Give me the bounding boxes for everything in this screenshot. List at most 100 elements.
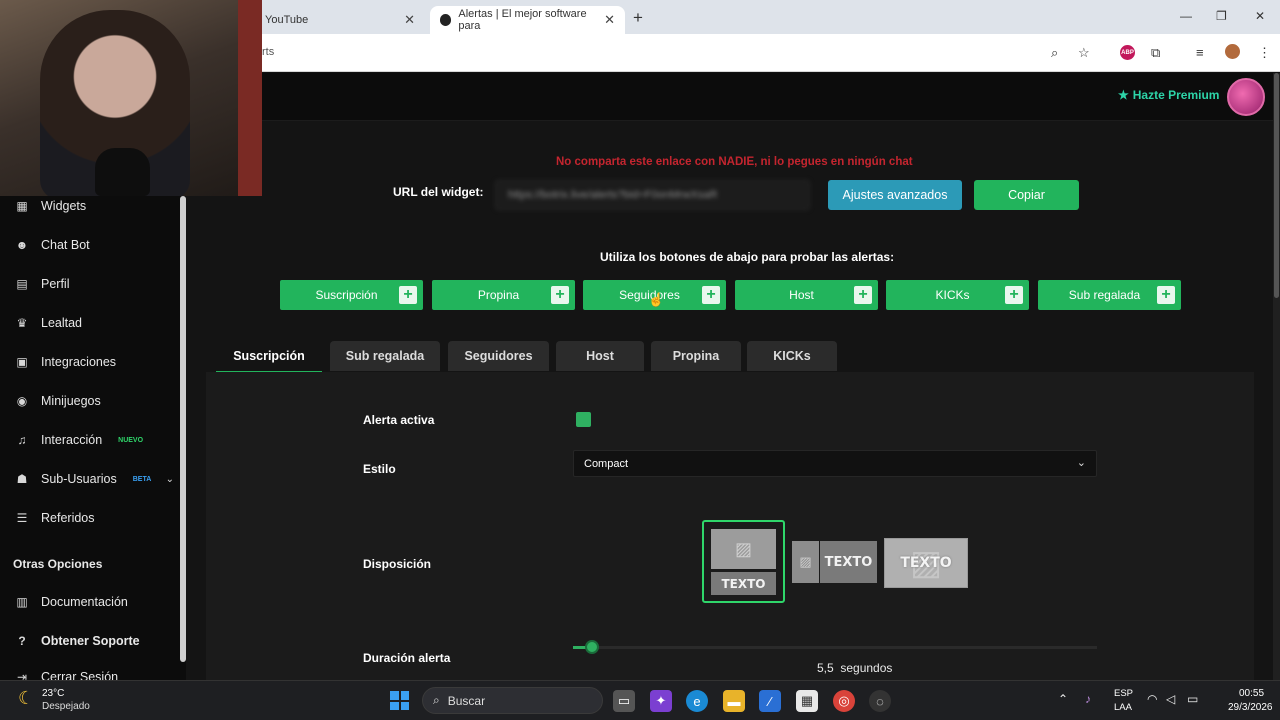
extensions-icon[interactable]: ⧉ [1151, 45, 1160, 61]
tab-kicks[interactable]: KICKs [747, 341, 837, 371]
duration-slider-handle[interactable] [585, 640, 599, 654]
battery-icon[interactable]: ▭ [1187, 692, 1198, 706]
copy-button[interactable]: Copiar [974, 180, 1079, 210]
close-tab-icon[interactable]: ✕ [404, 12, 415, 28]
sidebar-item-lealtad[interactable]: ♛ Lealtad [14, 313, 174, 333]
bookmark-star-icon[interactable]: ☆ [1078, 45, 1090, 61]
adblock-extension-icon[interactable]: ABP [1120, 45, 1135, 60]
widget-url-input[interactable]: https://botrix.live/alerts?bid=F0onMrwXs… [495, 180, 810, 210]
url-text[interactable]: rts [262, 46, 274, 58]
tray-chevron-icon[interactable]: ⌃ [1058, 692, 1068, 706]
alert-active-checkbox[interactable] [576, 412, 591, 427]
chrome-icon[interactable]: ◎ [833, 690, 855, 712]
browser-menu-icon[interactable]: ⋮ [1258, 45, 1271, 61]
sidebar-item-interaccion[interactable]: ♫ Interacción NUEVO [14, 430, 174, 450]
sidebar-item-soporte[interactable]: ? Obtener Soporte [14, 631, 174, 651]
test-kicks-button[interactable]: KICKs + [886, 280, 1029, 310]
sidebar-item-integraciones[interactable]: ▣ Integraciones [14, 352, 174, 372]
weather-temperature[interactable]: 23°C [42, 688, 64, 699]
user-avatar[interactable] [1227, 78, 1265, 116]
music-icon: ♫ [17, 433, 27, 447]
layout-option-text: TEXTO [900, 555, 952, 571]
test-propina-button[interactable]: Propina + [432, 280, 575, 310]
microphone-icon[interactable]: ♪ [1085, 692, 1091, 706]
volume-icon[interactable]: ◁ [1166, 692, 1175, 706]
site-favicon-icon [440, 14, 452, 26]
weather-description[interactable]: Despejado [42, 701, 90, 712]
clock-date[interactable]: 29/3/2026 [1228, 702, 1273, 713]
widget-url-label: URL del widget: [393, 185, 484, 199]
trophy-icon: ♛ [16, 316, 28, 330]
sidebar-item-cerrar-sesion[interactable]: ⇥ Cerrar Sesión [14, 670, 174, 680]
plus-icon: + [1005, 286, 1023, 304]
sidebar-item-minijuegos[interactable]: ◉ Minijuegos [14, 391, 174, 411]
sidebar-scrollbar[interactable] [180, 196, 186, 662]
tab-host[interactable]: Host [556, 341, 644, 371]
advanced-settings-button[interactable]: Ajustes avanzados [828, 180, 962, 210]
test-suscripcion-button[interactable]: Suscripción + [280, 280, 423, 310]
sidebar-item-perfil[interactable]: ▤ Perfil [14, 274, 174, 294]
puzzle-icon: ▣ [16, 355, 28, 369]
file-explorer-icon[interactable]: ▬ [723, 690, 745, 712]
sidebar-item-chat-bot[interactable]: ☻ Chat Bot [14, 235, 174, 255]
layout-option-image-left[interactable]: ▨ TEXTO [792, 541, 877, 583]
new-badge: NUEVO [118, 436, 144, 444]
style-select-value: Compact [584, 458, 629, 470]
image-placeholder-icon: ▨ [792, 541, 819, 583]
browser-tab-alertas[interactable]: Alertas | El mejor software para ✕ [430, 6, 625, 34]
premium-link[interactable]: ★ Hazte Premium [1118, 88, 1219, 102]
copilot-icon[interactable]: ✦ [650, 690, 672, 712]
sidebar-item-documentacion[interactable]: ▥ Documentación [14, 592, 174, 612]
tab-suscripcion[interactable]: Suscripción [216, 341, 322, 373]
sidebar-item-sub-usuarios[interactable]: ☗ Sub-Usuarios BETA ⌄ [14, 469, 174, 489]
style-select[interactable]: Compact ⌄ [573, 450, 1097, 477]
layout-option-text: TEXTO [820, 541, 877, 583]
tab-title: YouTube [265, 14, 309, 26]
page-scrollbar[interactable] [1273, 73, 1280, 680]
task-view-icon[interactable]: ▭ [613, 690, 635, 712]
duration-slider-track[interactable] [573, 646, 1097, 649]
clock-time[interactable]: 00:55 [1239, 688, 1264, 699]
taskbar-search[interactable]: ⌕ Buscar [422, 687, 603, 714]
keyboard-layout[interactable]: LAA [1114, 702, 1132, 713]
layout-option-text-over-image[interactable]: ▨ TEXTO [884, 538, 968, 588]
zoom-icon[interactable]: ⌕ [1051, 45, 1058, 61]
sidebar-item-widgets[interactable]: ▦ Widgets [14, 196, 174, 216]
tab-seguidores[interactable]: Seguidores [448, 341, 549, 371]
sidebar-item-label: Referidos [41, 511, 95, 525]
gamepad-icon: ◉ [16, 394, 28, 408]
windows-start-icon[interactable] [390, 691, 409, 710]
test-sub-regalada-button[interactable]: Sub regalada + [1038, 280, 1181, 310]
wifi-icon[interactable]: ◠ [1147, 692, 1157, 706]
moon-weather-icon[interactable]: ☾ [18, 688, 34, 709]
alert-active-label: Alerta activa [363, 413, 435, 427]
edge-browser-icon[interactable]: e [686, 690, 708, 712]
star-icon: ★ [1118, 88, 1129, 102]
sidebar-item-label: Perfil [41, 277, 70, 291]
image-placeholder-icon: ▨ [711, 529, 776, 569]
browser-profile-avatar[interactable] [1225, 44, 1240, 59]
test-host-button[interactable]: Host + [735, 280, 878, 310]
sidebar-item-referidos[interactable]: ☰ Referidos [14, 508, 174, 528]
keyboard-language[interactable]: ESP [1114, 688, 1133, 699]
sidebar-item-label: Cerrar Sesión [41, 670, 119, 680]
close-window-button[interactable]: ✕ [1255, 9, 1265, 23]
sidebar-section-title: Otras Opciones [13, 557, 103, 571]
logout-icon: ⇥ [16, 670, 28, 680]
obs-icon[interactable]: ◌ [869, 690, 891, 712]
maximize-window-button[interactable]: ❐ [1216, 9, 1227, 23]
media-control-icon[interactable]: ≡ [1196, 45, 1204, 60]
app-icon[interactable]: ⁄ [759, 690, 781, 712]
sidebar-item-label: Documentación [41, 595, 128, 609]
layout-option-image-above[interactable]: ▨ TEXTO [702, 520, 785, 603]
store-icon[interactable]: ▦ [796, 690, 818, 712]
close-tab-icon[interactable]: ✕ [604, 12, 615, 28]
chevron-down-icon[interactable]: ⌄ [166, 474, 174, 485]
tab-propina[interactable]: Propina [651, 341, 741, 371]
sidebar-item-label: Chat Bot [41, 238, 90, 252]
new-tab-button[interactable]: + [633, 8, 643, 28]
tab-sub-regalada[interactable]: Sub regalada [330, 341, 440, 371]
button-label: Suscripción [315, 288, 378, 302]
minimize-window-button[interactable]: — [1180, 9, 1192, 23]
browser-tab-youtube[interactable]: YouTube ✕ [255, 6, 425, 34]
